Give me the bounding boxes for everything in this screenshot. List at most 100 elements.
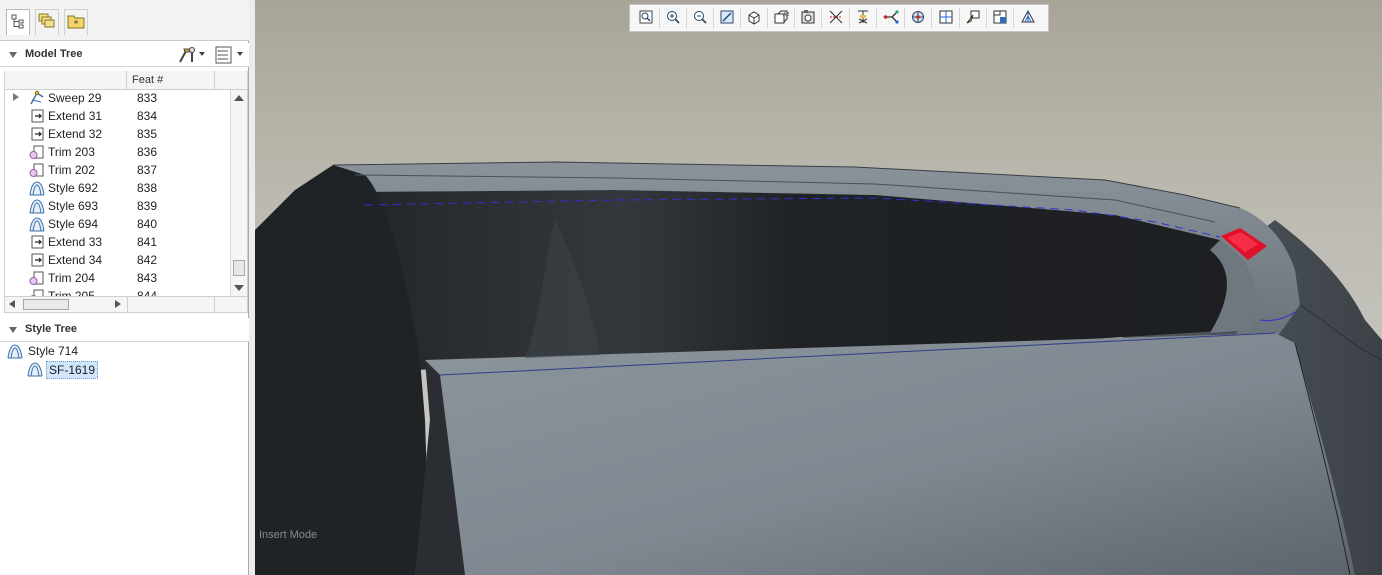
- layers-tab[interactable]: [35, 9, 59, 35]
- toolbar-button-plane-display[interactable]: [851, 7, 875, 29]
- model-tree-row[interactable]: Style 694 840: [5, 215, 231, 233]
- zoom-out-icon: [692, 9, 708, 28]
- feature-number: 838: [137, 181, 158, 195]
- toolbar-button-annotation-display[interactable]: [961, 7, 985, 29]
- toolbar-button-orient[interactable]: [1016, 7, 1040, 29]
- toolbar-button-datum-display[interactable]: [824, 7, 848, 29]
- toolbar-button-saved-orientations[interactable]: AB: [769, 7, 793, 29]
- model-tree-row[interactable]: Trim 203 836: [5, 143, 231, 161]
- toolbar-button-point-display[interactable]: [906, 7, 930, 29]
- scroll-left-icon[interactable]: [9, 300, 15, 308]
- model-tree-row[interactable]: Sweep 29 833: [5, 90, 231, 107]
- feature-number: 834: [137, 109, 158, 123]
- scroll-down-icon[interactable]: [234, 285, 244, 291]
- scroll-up-icon[interactable]: [234, 95, 244, 101]
- column-divider[interactable]: [126, 71, 127, 89]
- trim-icon: [29, 270, 45, 286]
- feature-name: Sweep 29: [48, 91, 102, 105]
- settings-dropdown-icon[interactable]: [199, 52, 205, 56]
- model-view[interactable]: [255, 0, 1382, 575]
- expand-arrow-icon[interactable]: [13, 93, 19, 101]
- style-icon: [29, 216, 45, 232]
- datum-display-icon: [828, 9, 844, 28]
- column-divider: [127, 297, 128, 312]
- style-tree-title: Style Tree: [25, 323, 77, 335]
- feature-name: Trim 202: [48, 163, 95, 177]
- model-tree-row[interactable]: Extend 32 835: [5, 125, 231, 143]
- svg-text:AB: AB: [783, 12, 789, 18]
- feature-number: 837: [137, 163, 158, 177]
- feat-number-column-header[interactable]: Feat #: [132, 74, 163, 86]
- model-tree-horizontal-scrollbar[interactable]: [4, 296, 248, 313]
- toolbar-button-csys-display[interactable]: [934, 7, 958, 29]
- left-panel: * Model Tree Feat # Sweep 29 833 Extend …: [0, 0, 249, 575]
- toolbar-button-zoom-out[interactable]: [688, 7, 712, 29]
- view-toolbar: AB: [629, 4, 1049, 32]
- collapse-triangle-icon[interactable]: [9, 327, 17, 333]
- axis-display-icon: [883, 9, 899, 28]
- model-tree-row[interactable]: Trim 204 843: [5, 269, 231, 287]
- toolbar-button-refit[interactable]: [634, 7, 658, 29]
- show-list-icon[interactable]: [215, 46, 233, 67]
- extend-icon: [29, 126, 45, 142]
- model-tree-row[interactable]: Style 692 838: [5, 179, 231, 197]
- model-tree-row[interactable]: Extend 31 834: [5, 107, 231, 125]
- model-tree-row[interactable]: Trim 202 837: [5, 161, 231, 179]
- feature-number: 841: [137, 235, 158, 249]
- trim-icon: [29, 288, 45, 296]
- extend-icon: [29, 234, 45, 250]
- model-tree-tab[interactable]: [6, 9, 30, 35]
- refit-icon: [638, 9, 654, 28]
- feature-name: Style 693: [48, 199, 99, 213]
- scrollbar-thumb[interactable]: [233, 260, 245, 276]
- model-tree-row[interactable]: Extend 33 841: [5, 233, 231, 251]
- folder-star-icon: *: [67, 13, 85, 32]
- column-divider: [214, 297, 215, 312]
- orient-icon: [1020, 9, 1036, 28]
- show-dropdown-icon[interactable]: [237, 52, 243, 56]
- style-tree-item-label: SF-1619: [46, 361, 99, 379]
- feature-name: Extend 32: [48, 127, 103, 141]
- style-icon: [29, 198, 45, 214]
- scrollbar-thumb[interactable]: [23, 299, 69, 310]
- layers-icon: [38, 13, 56, 32]
- feature-number: 844: [137, 289, 158, 296]
- collapse-triangle-icon[interactable]: [9, 52, 17, 58]
- scroll-right-icon[interactable]: [115, 300, 121, 308]
- navigator-tabs: *: [0, 0, 249, 41]
- toolbar-button-display-style[interactable]: [742, 7, 766, 29]
- favorites-tab[interactable]: *: [64, 9, 88, 35]
- toolbar-separator: [904, 8, 905, 28]
- feature-name: Style 692: [48, 181, 99, 195]
- svg-text:*: *: [74, 20, 79, 30]
- toolbar-button-spin-center[interactable]: [988, 7, 1012, 29]
- model-tree-row[interactable]: Style 693 839: [5, 197, 231, 215]
- style-tree-list: Style 714 SF-1619: [0, 342, 248, 575]
- trim-icon: [29, 144, 45, 160]
- toolbar-button-axis-display[interactable]: [879, 7, 903, 29]
- style-tree-header[interactable]: Style Tree: [0, 318, 249, 342]
- column-divider[interactable]: [214, 71, 215, 89]
- toolbar-button-view-manager[interactable]: [796, 7, 820, 29]
- toolbar-separator: [659, 8, 660, 28]
- toolbar-separator: [1013, 8, 1014, 28]
- toolbar-button-zoom-in[interactable]: [661, 7, 685, 29]
- model-tree-header[interactable]: Model Tree: [0, 43, 249, 67]
- graphics-viewport[interactable]: AB Insert Mode: [255, 0, 1382, 575]
- model-tree-row[interactable]: Trim 205 844: [5, 287, 231, 296]
- toolbar-separator: [686, 8, 687, 28]
- feature-number: 835: [137, 127, 158, 141]
- style-icon: [29, 180, 45, 196]
- model-tree-vertical-scrollbar[interactable]: [230, 90, 247, 296]
- toolbar-separator: [876, 8, 877, 28]
- view-manager-icon: [800, 9, 816, 28]
- feature-number: 840: [137, 217, 158, 231]
- zoom-in-icon: [665, 9, 681, 28]
- model-tree-row[interactable]: Extend 34 842: [5, 251, 231, 269]
- insert-mode-status: Insert Mode: [259, 529, 318, 541]
- toolbar-button-repaint[interactable]: [715, 7, 739, 29]
- repaint-icon: [719, 9, 735, 28]
- settings-tools-icon[interactable]: [177, 46, 197, 67]
- plane-display-icon: [855, 9, 871, 28]
- trim-icon: [29, 162, 45, 178]
